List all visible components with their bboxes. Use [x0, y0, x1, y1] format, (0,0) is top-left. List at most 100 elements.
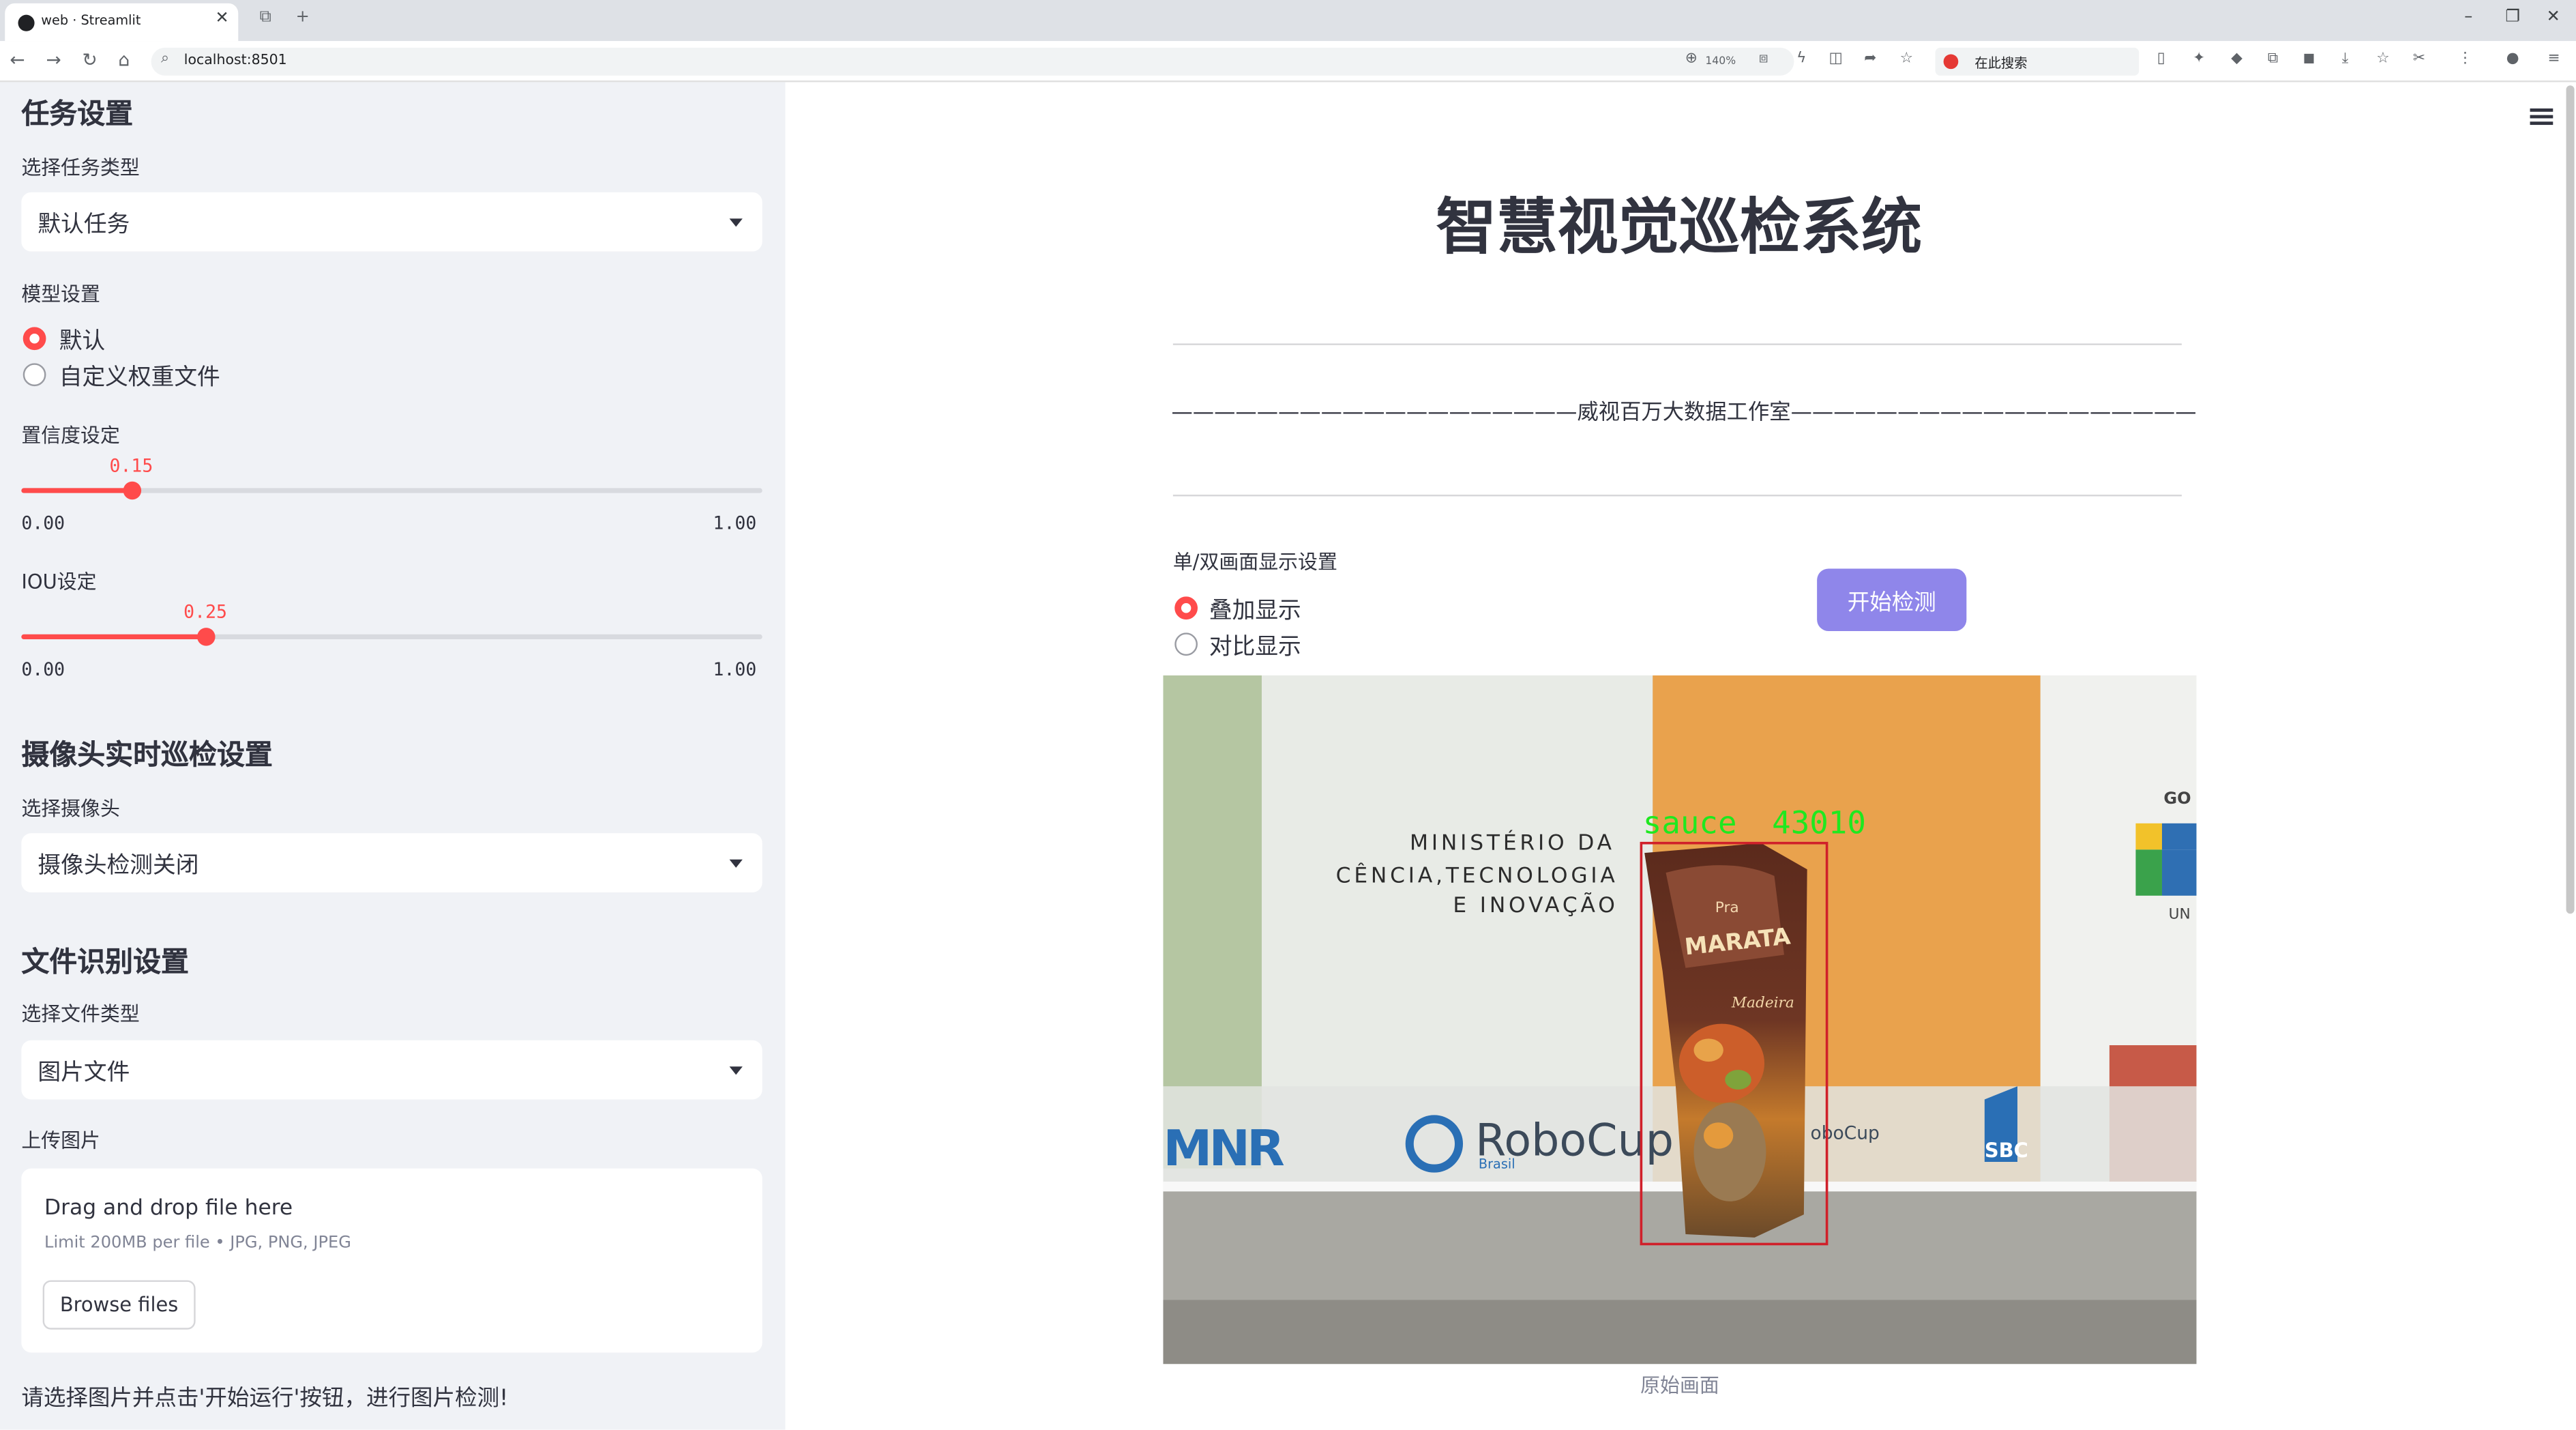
extension-colorful-icon[interactable]: ✦	[2190, 51, 2208, 69]
zoom-icon[interactable]: ⊕	[1683, 51, 1700, 69]
browser-menu-icon[interactable]: ≡	[2545, 51, 2562, 69]
display-option-compare: 对比显示	[1209, 634, 1301, 661]
camera-section-title: 摄像头实时巡检设置	[21, 739, 273, 773]
display-mode-label: 单/双画面显示设置	[1172, 550, 1337, 574]
scene-package-mid: Madeira	[1731, 995, 1794, 1012]
camera-label: 选择摄像头	[21, 797, 120, 820]
scene-ministry-line-3: E INOVAÇÃO	[1453, 892, 1618, 918]
main-menu-icon[interactable]	[2530, 108, 2553, 125]
url-text: localhost:8501	[183, 53, 287, 70]
chevron-down-icon	[729, 1066, 743, 1075]
divider-top	[1172, 343, 2182, 345]
file-type-label: 选择文件类型	[21, 1002, 140, 1026]
scene-mnr-logo: MNR	[1163, 1120, 1284, 1178]
display-radio-overlay[interactable]	[1174, 596, 1198, 620]
confidence-label: 置信度设定	[21, 424, 120, 448]
file-type-value: 图片文件	[38, 1060, 130, 1087]
display-option-overlay: 叠加显示	[1209, 598, 1301, 625]
search-engine-logo-icon	[1943, 54, 1959, 70]
model-radio-custom[interactable]	[23, 363, 46, 387]
file-dropzone[interactable]: Drag and drop file here Limit 200MB per …	[21, 1168, 763, 1353]
start-detection-button[interactable]: 开始检测	[1817, 568, 1967, 631]
extension-black-icon[interactable]: ◼	[2300, 51, 2318, 69]
detection-class: sauce	[1643, 804, 1737, 841]
divider-bottom	[1172, 495, 2182, 497]
cut-icon[interactable]: ✂	[2410, 51, 2428, 69]
file-section-title: 文件识别设置	[21, 946, 190, 980]
confidence-min: 0.00	[21, 512, 65, 534]
screenshot-icon[interactable]: ◫	[1827, 51, 1845, 69]
iou-max: 1.00	[713, 658, 757, 681]
detection-label: sauce 43010	[1643, 804, 1866, 841]
page-scrollbar[interactable]	[2566, 85, 2575, 914]
image-caption: 原始画面	[1640, 1373, 1719, 1397]
model-label: 模型设置	[21, 282, 100, 306]
page-title: 智慧视觉巡检系统	[1436, 192, 1923, 263]
iou-value: 0.25	[183, 601, 228, 623]
browser-tab[interactable]: web · Streamlit ✕	[5, 3, 239, 42]
profile-avatar-icon[interactable]: ●	[2504, 51, 2521, 69]
scene-robocup-sub: Brasil	[1479, 1156, 1515, 1172]
scene-sbc-logo: SBC	[1985, 1139, 2028, 1162]
reload-icon[interactable]: ↻	[82, 50, 97, 71]
new-tab-icon[interactable]: +	[296, 8, 310, 26]
dropzone-limit: Limit 200MB per file • JPG, PNG, JPEG	[44, 1234, 351, 1253]
iou-label: IOU设定	[21, 570, 97, 594]
scene-edge-text-bottom: UN	[2169, 906, 2191, 923]
scene-package-top: Pra	[1715, 899, 1739, 916]
scene-ministry-line-2: CÊNCIA,TECNOLOGIA	[1336, 862, 1618, 888]
iou-slider-fill	[21, 634, 207, 640]
confidence-value: 0.15	[109, 455, 153, 477]
home-icon[interactable]: ⌂	[118, 50, 130, 71]
forward-icon[interactable]: →	[46, 50, 61, 71]
confidence-slider[interactable]	[21, 481, 763, 500]
iou-slider[interactable]	[21, 628, 763, 646]
extension-blue-icon[interactable]: ◆	[2227, 51, 2245, 69]
app-window: web · Streamlit ✕ ⧉ + – ❐ ✕ ← → ↻ ⌂ ⌕ lo…	[0, 0, 2576, 1430]
restore-icon[interactable]: ❐	[2505, 8, 2520, 26]
search-icon: ⌕	[161, 50, 170, 68]
task-type-select[interactable]: 默认任务	[21, 192, 763, 252]
upload-label: 上传图片	[21, 1128, 100, 1152]
minimize-icon[interactable]: –	[2464, 8, 2472, 26]
detection-score: 43010	[1772, 804, 1866, 841]
model-option-custom: 自定义权重文件	[59, 364, 220, 392]
bookmark-star-icon[interactable]: ☆	[1897, 51, 1915, 69]
close-icon[interactable]: ✕	[216, 10, 229, 27]
translate-icon[interactable]: ⧈	[1755, 51, 1773, 69]
chevron-down-icon	[729, 859, 743, 868]
back-icon[interactable]: ←	[10, 50, 25, 71]
browser-search-box[interactable]: 在此搜索	[1935, 47, 2140, 76]
browser-tab-bar: web · Streamlit ✕ ⧉ + – ❐ ✕	[0, 0, 2576, 42]
share-icon[interactable]: ➦	[1861, 51, 1879, 69]
more-menu-icon[interactable]: ⋮	[2456, 51, 2474, 69]
task-type-label: 选择任务类型	[21, 156, 140, 179]
model-option-default: 默认	[59, 328, 106, 355]
studio-banner: ———————————————————威视百万大数据工作室———————————…	[1171, 400, 2197, 426]
file-type-select[interactable]: 图片文件	[21, 1040, 763, 1100]
zoom-level: 140%	[1705, 54, 1736, 68]
scene-edge-text-top: GO	[2163, 789, 2191, 808]
tab-title: web · Streamlit	[41, 13, 141, 28]
detection-image: MINISTÉRIO DA CÊNCIA,TECNOLOGIA E INOVAÇ…	[1163, 675, 2197, 1365]
task-section-title: 任务设置	[21, 98, 134, 132]
camera-select[interactable]: 摄像头检测关闭	[21, 833, 763, 892]
streamlit-favicon-icon	[18, 14, 35, 31]
browse-files-button[interactable]: Browse files	[42, 1280, 196, 1330]
lightning-icon[interactable]: ϟ	[1792, 51, 1810, 69]
model-radio-default[interactable]	[23, 327, 46, 351]
confidence-slider-fill	[21, 488, 133, 493]
iou-min: 0.00	[21, 658, 65, 681]
window-close-icon[interactable]: ✕	[2547, 8, 2560, 26]
device-icon[interactable]: ▯	[2152, 51, 2170, 69]
display-radio-compare[interactable]	[1174, 632, 1198, 656]
favorites-icon[interactable]: ☆	[2374, 51, 2392, 69]
download-icon[interactable]: ⤓	[2336, 51, 2354, 69]
scene-ministry-line-1: MINISTÉRIO DA	[1410, 829, 1615, 855]
url-bar[interactable]: ⌕ localhost:8501	[151, 47, 1794, 76]
chevron-down-icon	[729, 218, 743, 227]
extension-translate-icon[interactable]: ⧉	[2264, 51, 2281, 69]
tab-group-icon[interactable]: ⧉	[260, 8, 271, 26]
sidebar-hint: 请选择图片并点击'开始运行'按钮，进行图片检测!	[21, 1385, 509, 1412]
address-toolbar: ← → ↻ ⌂ ⌕ localhost:8501 ⊕ 140% ⧈ ϟ ◫ ➦ …	[0, 41, 2576, 83]
